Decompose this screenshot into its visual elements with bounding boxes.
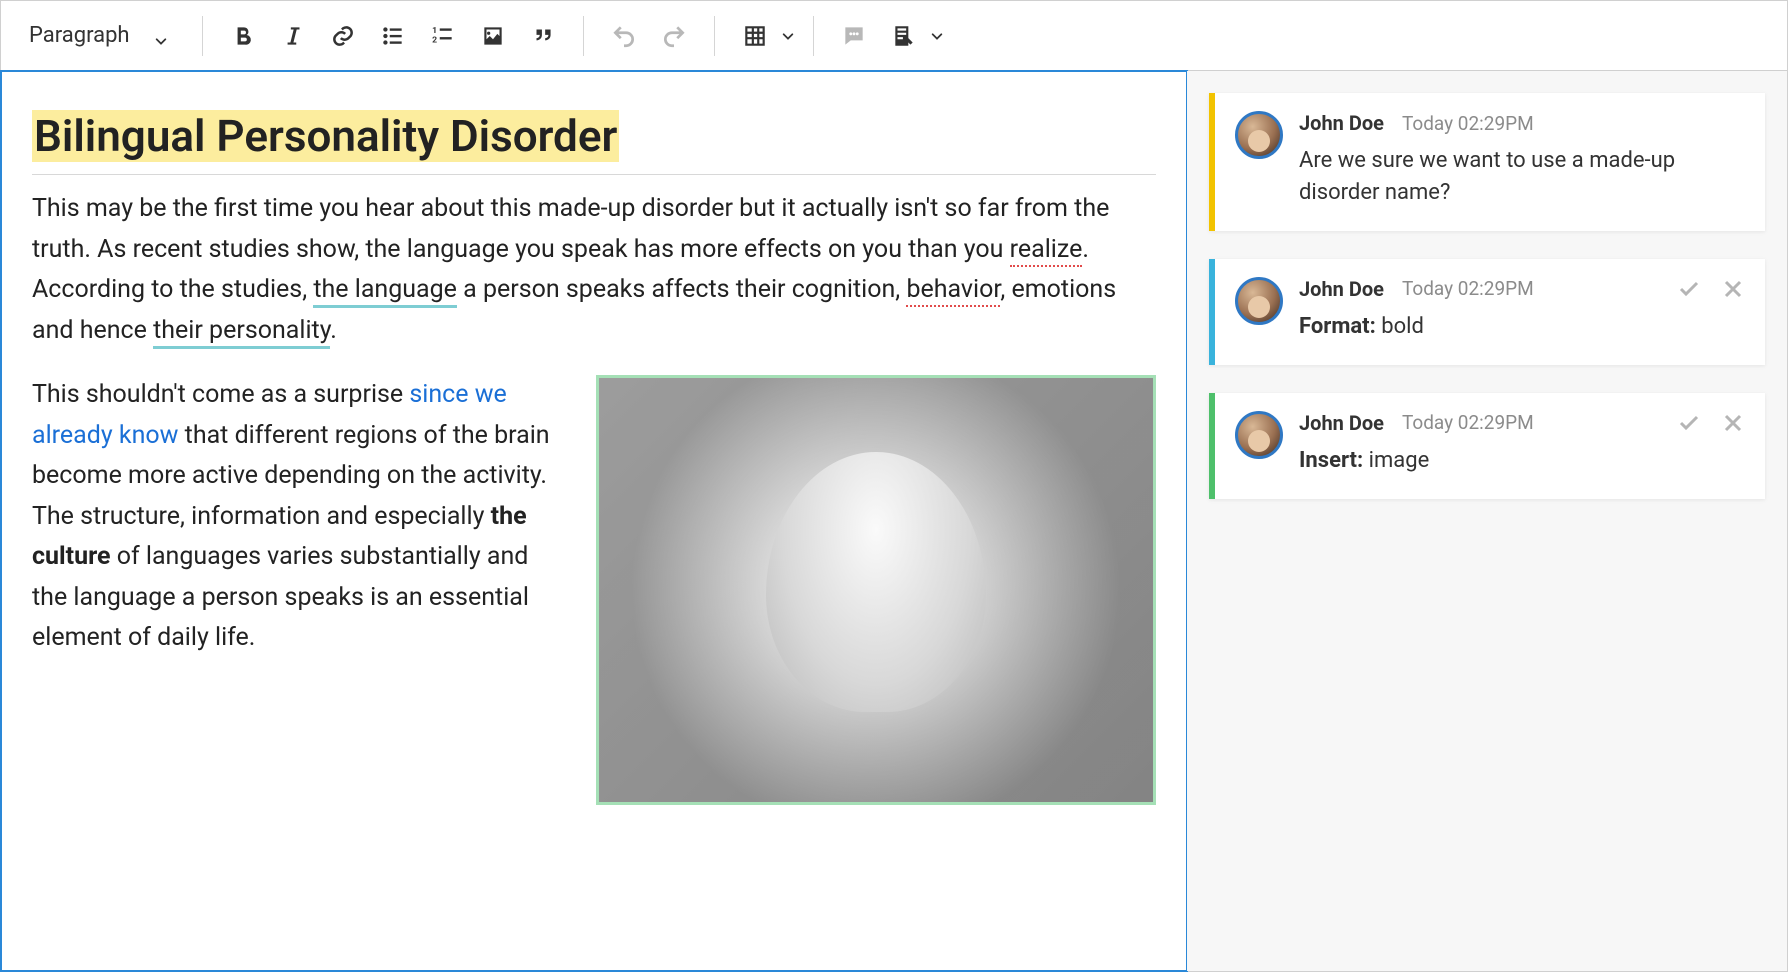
comment-text: Are we sure we want to use a made-up dis… [1299,145,1745,209]
italic-button[interactable] [271,14,315,58]
undo-button[interactable] [602,14,646,58]
reject-button[interactable] [1719,409,1747,437]
redo-button[interactable] [652,14,696,58]
toolbar-separator [714,16,715,56]
toolbar-separator [583,16,584,56]
spelling-error[interactable]: behavior [906,275,1000,307]
comment-time: Today 02:29PM [1402,277,1534,300]
reject-button[interactable] [1719,275,1747,303]
editor-app: Paragraph 12 [0,0,1788,972]
document-title[interactable]: Bilingual Personality Disorder [32,110,619,162]
title-rule [32,174,1156,175]
svg-text:1: 1 [432,25,437,35]
document-body[interactable]: This may be the first time you hear abou… [32,189,1156,805]
heading-dropdown[interactable]: Paragraph [19,14,184,58]
svg-text:2: 2 [432,35,437,45]
link-button[interactable] [321,14,365,58]
accept-button[interactable] [1675,275,1703,303]
comment-author: John Doe [1299,411,1384,435]
suggestion-mark[interactable]: their personality [153,316,330,349]
numbered-list-button[interactable]: 12 [421,14,465,58]
comments-sidebar: John Doe Today 02:29PM Are we sure we wa… [1187,71,1787,971]
track-changes-button[interactable] [882,14,926,58]
avatar [1235,277,1283,325]
toolbar: Paragraph 12 [1,1,1787,71]
avatar [1235,411,1283,459]
chevron-down-icon [154,29,168,43]
table-dropdown[interactable] [781,14,795,58]
comment-time: Today 02:29PM [1402,411,1534,434]
heading-dropdown-label: Paragraph [29,23,130,48]
blockquote-button[interactable] [521,14,565,58]
suggestion-text: Format: bold [1299,311,1745,343]
bold-button[interactable] [221,14,265,58]
bullet-list-button[interactable] [371,14,415,58]
suggestion-mark[interactable]: the language [313,275,457,308]
editor-area[interactable]: Bilingual Personality Disorder This may … [0,70,1188,972]
comment-button[interactable] [832,14,876,58]
toolbar-separator [813,16,814,56]
track-changes-dropdown[interactable] [930,14,944,58]
accept-button[interactable] [1675,409,1703,437]
table-button[interactable] [733,14,777,58]
comment-card[interactable]: John Doe Today 02:29PM Are we sure we wa… [1209,93,1765,231]
image-button[interactable] [471,14,515,58]
suggestion-text: Insert: image [1299,445,1745,477]
avatar [1235,111,1283,159]
comment-time: Today 02:29PM [1402,112,1534,135]
paragraph-2[interactable]: This shouldn't come as a surprise since … [32,375,568,659]
spelling-error[interactable]: realize [1010,235,1083,267]
inserted-image[interactable] [596,375,1156,805]
body: Bilingual Personality Disorder This may … [1,71,1787,971]
toolbar-separator [202,16,203,56]
comment-author: John Doe [1299,277,1384,301]
suggestion-card[interactable]: John Doe Today 02:29PM Format: bold [1209,259,1765,365]
comment-author: John Doe [1299,111,1384,135]
suggestion-card[interactable]: John Doe Today 02:29PM Insert: image [1209,393,1765,499]
paragraph-1[interactable]: This may be the first time you hear abou… [32,189,1156,351]
